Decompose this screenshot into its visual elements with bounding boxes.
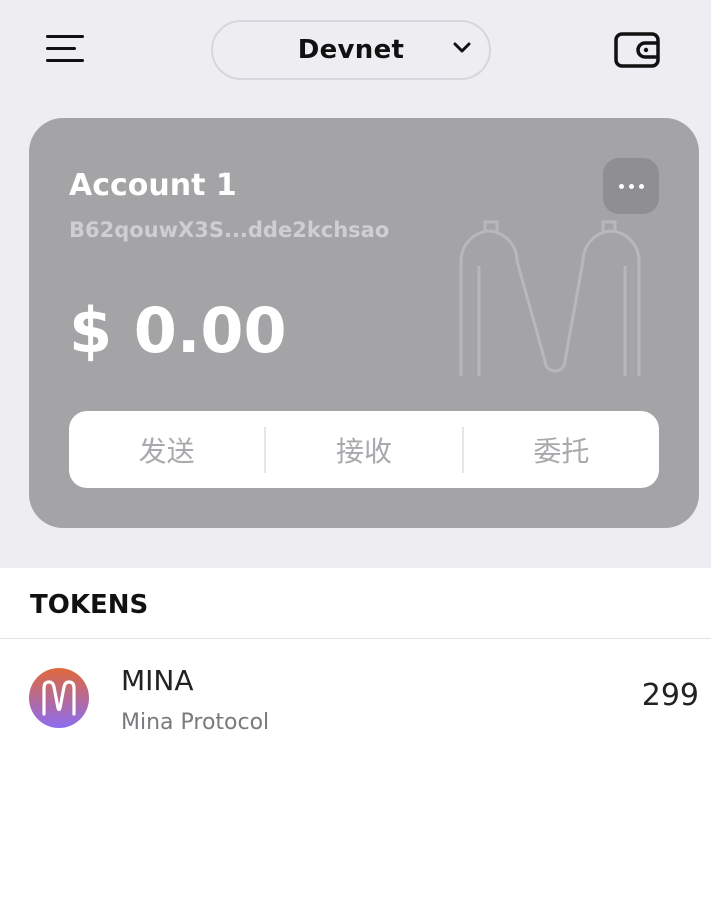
account-address[interactable]: B62qouwX3S...dde2kchsao: [69, 218, 389, 242]
account-card: Account 1 B62qouwX3S...dde2kchsao $ 0.00…: [29, 118, 699, 528]
action-bar: 发送 接收 委托: [69, 411, 659, 488]
wallet-icon[interactable]: [612, 30, 662, 70]
mina-logo-icon: [29, 668, 89, 728]
receive-button[interactable]: 接收: [266, 411, 461, 488]
token-symbol: MINA: [121, 664, 194, 697]
divider: [0, 638, 711, 639]
balance-value: $ 0.00: [69, 294, 287, 367]
tokens-title: TOKENS: [30, 590, 149, 620]
network-selector[interactable]: Devnet: [211, 20, 491, 80]
network-label: Devnet: [297, 35, 405, 65]
header-area: Devnet Account 1 B62qouwX3S...dde2kchsao…: [0, 0, 711, 568]
send-button[interactable]: 发送: [69, 411, 264, 488]
mina-watermark-icon: [459, 220, 641, 376]
more-dots-icon[interactable]: [603, 158, 659, 214]
delegate-button[interactable]: 委托: [464, 411, 659, 488]
token-row[interactable]: MINA Mina Protocol 299: [0, 648, 711, 748]
token-name: Mina Protocol: [121, 710, 270, 735]
menu-icon[interactable]: [44, 33, 86, 67]
account-name: Account 1: [69, 168, 237, 203]
token-amount: 299: [641, 678, 699, 713]
chevron-down-icon: [453, 42, 471, 53]
